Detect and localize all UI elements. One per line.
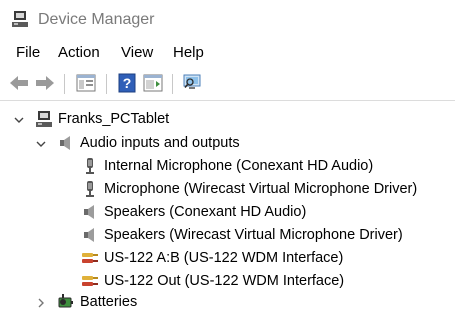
toolbar-separator [106, 74, 107, 94]
svg-text:?: ? [123, 75, 132, 91]
audio-cable-icon [81, 249, 99, 267]
tree-device-item[interactable]: Microphone (Wirecast Virtual Microphone … [81, 178, 417, 200]
tree-device-item[interactable]: US-122 Out (US-122 WDM Interface) [81, 270, 344, 292]
tree-category-batteries[interactable]: Batteries [57, 291, 137, 313]
device-label: Internal Microphone (Conexant HD Audio) [104, 158, 374, 174]
computer-icon [35, 110, 53, 128]
tree-root[interactable]: Franks_PCTablet [35, 108, 169, 130]
menu-view[interactable]: View [121, 44, 153, 62]
device-tree: Franks_PCTablet Audio inputs and outputs… [0, 104, 455, 312]
scan-hardware-icon[interactable] [181, 72, 203, 94]
speaker-icon [81, 226, 99, 244]
device-label: Speakers (Wirecast Virtual Microphone Dr… [104, 227, 403, 243]
tree-category-audio[interactable]: Audio inputs and outputs [57, 132, 240, 154]
tree-device-item[interactable]: Speakers (Wirecast Virtual Microphone Dr… [81, 224, 403, 246]
chevron-right-icon[interactable] [35, 296, 47, 308]
microphone-icon [81, 180, 99, 198]
menu-file[interactable]: File [16, 44, 40, 62]
device-label: Microphone (Wirecast Virtual Microphone … [104, 181, 418, 197]
forward-arrow-icon[interactable] [34, 72, 56, 94]
tree-device-item[interactable]: Speakers (Conexant HD Audio) [81, 201, 306, 223]
category-batteries-label: Batteries [80, 294, 138, 310]
menu-help[interactable]: Help [173, 44, 204, 62]
tree-device-item[interactable]: US-122 A:B (US-122 WDM Interface) [81, 247, 343, 269]
menu-bar: File Action View Help [0, 40, 455, 66]
device-label: Speakers (Conexant HD Audio) [104, 204, 307, 220]
toolbar: ? [0, 68, 455, 101]
audio-cable-icon [81, 272, 99, 290]
speaker-icon [81, 203, 99, 221]
tree-device-item[interactable]: Internal Microphone (Conexant HD Audio) [81, 155, 373, 177]
action-pane-icon[interactable] [142, 72, 164, 94]
menu-action[interactable]: Action [58, 44, 100, 62]
properties-pane-icon[interactable] [75, 72, 97, 94]
microphone-icon [81, 157, 99, 175]
toolbar-separator [172, 74, 173, 94]
device-label: US-122 Out (US-122 WDM Interface) [104, 273, 345, 289]
speaker-icon [57, 134, 75, 152]
back-arrow-icon[interactable] [8, 72, 30, 94]
chevron-down-icon[interactable] [35, 137, 47, 149]
help-icon[interactable]: ? [116, 72, 138, 94]
device-manager-icon [11, 10, 29, 28]
window-title: Device Manager [38, 11, 155, 28]
title-bar: Device Manager [0, 0, 455, 40]
tree-root-label: Franks_PCTablet [58, 111, 170, 127]
toolbar-separator [64, 74, 65, 94]
battery-icon [57, 293, 75, 311]
category-audio-label: Audio inputs and outputs [80, 135, 240, 151]
device-label: US-122 A:B (US-122 WDM Interface) [104, 250, 344, 266]
chevron-down-icon[interactable] [13, 113, 25, 125]
